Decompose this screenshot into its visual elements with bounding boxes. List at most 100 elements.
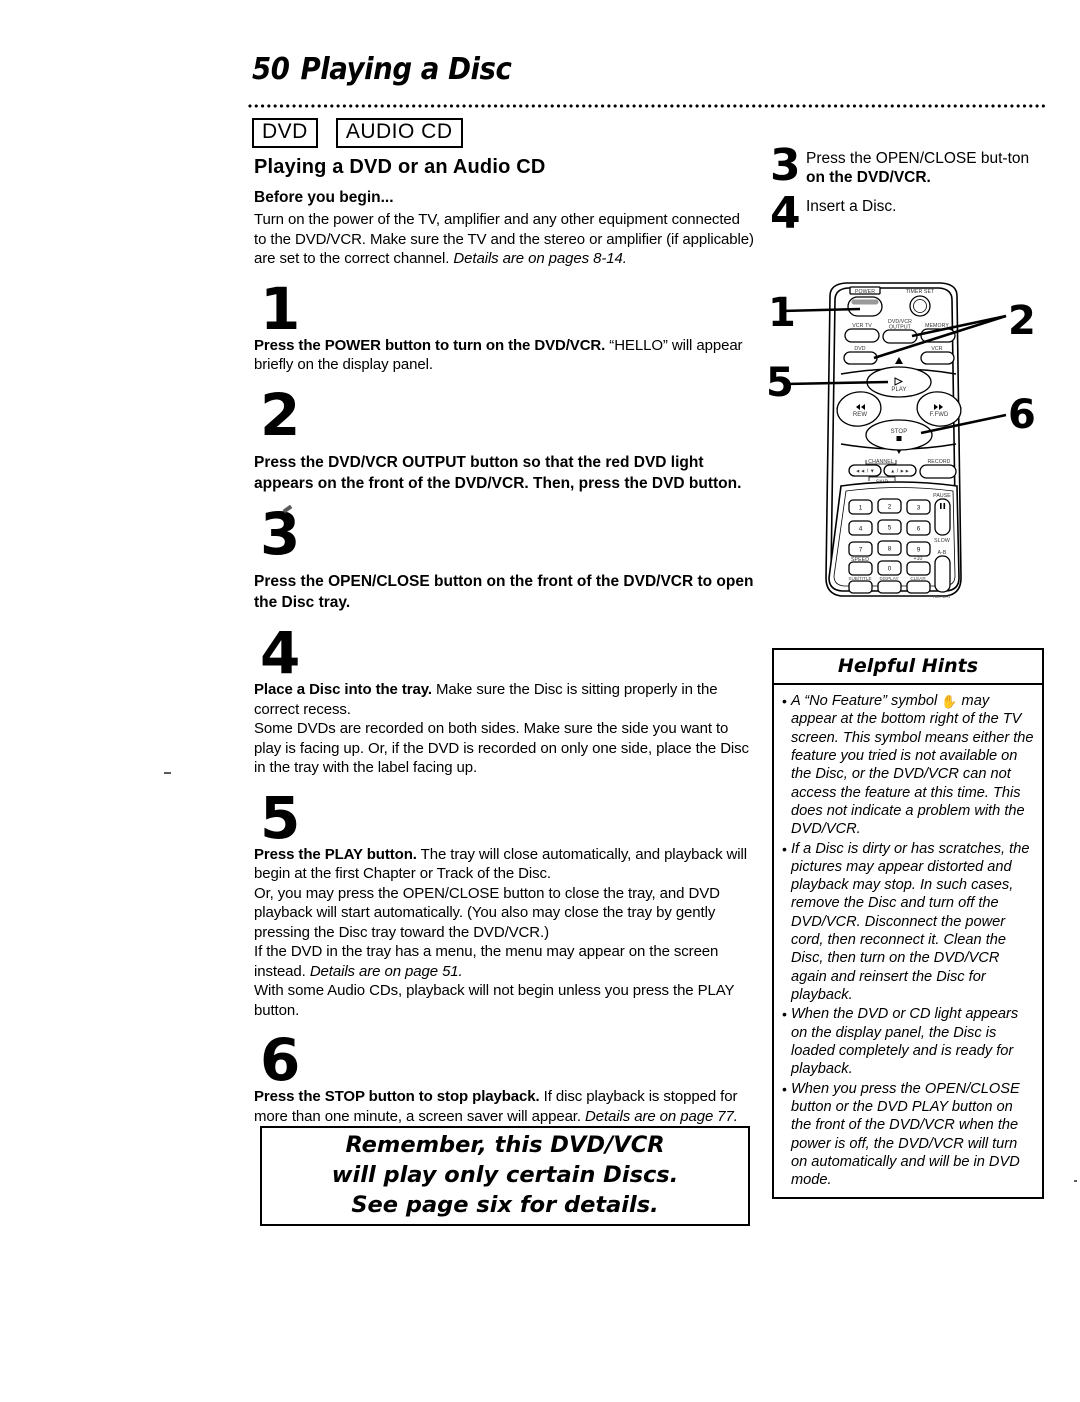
page-title: 50 Playing a Disc <box>252 52 804 87</box>
svg-text:VCR: VCR <box>931 346 942 352</box>
no-feature-symbol-icon: ✋ <box>941 694 958 709</box>
hint-item: • When the DVD or CD light appears on th… <box>778 1005 1036 1078</box>
svg-text:6: 6 <box>1008 392 1036 438</box>
svg-text:PAUSE: PAUSE <box>933 493 951 499</box>
svg-text:9: 9 <box>917 547 921 554</box>
numeric-keypad: 1 2 3 4 5 6 7 8 9 SPEED +10 0 SUB/TITLE <box>848 498 931 594</box>
remember-callout-box: Remember, this DVD/VCR will play only ce… <box>260 1126 750 1226</box>
header-dotted-divider <box>248 104 1048 109</box>
disc-tag-audio-cd: AUDIO CD <box>335 118 463 149</box>
remote-control-illustration: .bodyline { fill:#fff; stroke:#000; stro… <box>756 278 1056 638</box>
svg-text:CHANNEL: CHANNEL <box>868 459 894 465</box>
hint-text: If a Disc is dirty or has scratches, the… <box>791 840 1030 1004</box>
right-step-4-number: 4 <box>770 187 801 239</box>
right-column: 3 Press the OPEN/CLOSE but-ton on the DV… <box>770 140 1048 240</box>
svg-text:7: 7 <box>859 547 863 554</box>
svg-text:VCR TV: VCR TV <box>852 323 872 329</box>
power-button: POWER <box>847 286 883 317</box>
page-number: 50 <box>252 52 290 87</box>
helpful-hints-box: Helpful Hints • A “No Feature” symbol ✋ … <box>772 648 1044 1200</box>
step-4-text-2: Some DVDs are recorded on both sides. Ma… <box>254 720 749 776</box>
svg-text:SLOW: SLOW <box>934 538 950 544</box>
svg-text:DISPLAY: DISPLAY <box>879 576 898 581</box>
right-step-3-text: Press the OPEN/CLOSE but-ton on the DVD/… <box>806 148 1048 188</box>
svg-text:POWER: POWER <box>855 289 875 295</box>
svg-text:2: 2 <box>1008 298 1036 344</box>
step-5-number: 5 <box>260 783 301 852</box>
bullet-icon: • <box>782 840 787 857</box>
svg-text:REW: REW <box>853 412 868 418</box>
step-5-text-3: If the DVD in the tray has a menu, the m… <box>254 942 756 981</box>
svg-text:0: 0 <box>888 566 892 573</box>
step-5-rest3-italic: Details are on page 51. <box>309 962 463 980</box>
before-you-begin-heading: Before you begin... <box>254 189 394 206</box>
svg-text:6: 6 <box>917 526 921 533</box>
hint-text-pre: A “No Feature” symbol <box>791 693 942 709</box>
helpful-hints-title: Helpful Hints <box>774 650 1042 685</box>
svg-text:2: 2 <box>888 504 892 511</box>
step-5-lead: Press the PLAY button. <box>254 845 417 863</box>
step-4-number: 4 <box>260 618 301 687</box>
step-3-number: 3 <box>260 499 301 568</box>
before-you-begin-text: Turn on the power of the TV, amplifier a… <box>254 210 756 269</box>
hint-text: When the DVD or CD light appears on the … <box>791 1006 1019 1078</box>
svg-text:+10: +10 <box>913 556 922 562</box>
remember-line-2: will play only certain Discs. <box>331 1162 679 1189</box>
remember-line-3: See page six for details. <box>351 1191 659 1218</box>
svg-text:RECORD: RECORD <box>927 459 950 465</box>
svg-text:1: 1 <box>768 290 796 336</box>
page-header: 50 Playing a Disc <box>252 52 852 87</box>
step-1-number: 1 <box>260 274 301 343</box>
step-2-number: 2 <box>260 380 301 449</box>
hint-item: • A “No Feature” symbol ✋ may appear at … <box>778 692 1036 839</box>
manual-page: 50 Playing a Disc DVD AUDIO CD Playing a … <box>0 0 1080 1402</box>
step-4-text: Place a Disc into the tray. Make sure th… <box>254 680 756 719</box>
hint-text-post: may appear at the bottom right of the TV… <box>791 693 1034 838</box>
step-5-text-4: With some Audio CDs, playback will not b… <box>254 982 735 1019</box>
disc-tag-dvd: DVD <box>252 118 318 149</box>
svg-text:TIMER SET: TIMER SET <box>906 289 935 295</box>
step-5-text-2: Or, you may press the OPEN/CLOSE button … <box>254 884 720 941</box>
hint-text: A “No Feature” symbol ✋ may appear at th… <box>791 692 1036 839</box>
svg-text:STOP: STOP <box>891 429 908 435</box>
svg-text:▲ / ►►: ▲ / ►► <box>890 469 910 475</box>
svg-text:◄◄ / ▼: ◄◄ / ▼ <box>855 469 875 475</box>
svg-text:SUB/TITLE: SUB/TITLE <box>848 576 871 581</box>
step-4-lead: Place a Disc into the tray. <box>254 681 432 698</box>
hint-item: • If a Disc is dirty or has scratches, t… <box>778 840 1036 1005</box>
right-step-3-number: 3 <box>770 140 801 191</box>
before-text-italic: Details are on pages 8-14. <box>453 250 627 267</box>
svg-text:3: 3 <box>917 505 921 512</box>
hint-item: • When you press the OPEN/CLOSE button o… <box>778 1080 1036 1190</box>
scan-artifact <box>1074 1180 1077 1182</box>
keypad-panel: 1 2 3 4 5 6 7 8 9 SPEED +10 0 SUB/TITLE <box>828 481 960 599</box>
right-step-3-line2-bold: on the DVD/VCR. <box>806 168 931 186</box>
step-1-text: Press the POWER button to turn on the DV… <box>254 336 756 375</box>
bullet-icon: • <box>782 1080 787 1097</box>
disc-type-tags: DVD AUDIO CD <box>252 118 463 149</box>
right-step-3-line2: ton <box>1007 150 1030 167</box>
scan-artifact <box>164 772 171 774</box>
bullet-icon: • <box>782 693 787 709</box>
step-6-rest-italic: Details are on page 77. <box>585 1107 738 1125</box>
right-step-3: 3 Press the OPEN/CLOSE but-ton on the DV… <box>770 140 1048 191</box>
svg-text:A-B: A-B <box>938 550 947 556</box>
step-6-number: 6 <box>260 1026 301 1095</box>
section-heading: Playing a DVD or an Audio CD <box>254 156 546 178</box>
svg-text:F.FWD: F.FWD <box>930 412 949 418</box>
svg-text:REPEAT: REPEAT <box>933 594 951 599</box>
helpful-hints-list: • A “No Feature” symbol ✋ may appear at … <box>774 685 1042 1197</box>
svg-text:DVD: DVD <box>854 346 865 352</box>
remember-line-1: Remember, this DVD/VCR <box>345 1132 665 1159</box>
bullet-icon: • <box>782 1006 787 1023</box>
svg-text:1: 1 <box>859 505 863 512</box>
step-2-text: Press the DVD/VCR OUTPUT button so that … <box>254 454 742 492</box>
right-step-3-line1: Press the OPEN/CLOSE but- <box>806 150 1008 167</box>
step-3-text: Press the OPEN/CLOSE button on the front… <box>254 573 754 611</box>
svg-text:4: 4 <box>859 526 863 533</box>
svg-text:8: 8 <box>888 546 892 553</box>
right-step-4: 4 Insert a Disc. <box>770 187 1048 239</box>
svg-text:PLAY: PLAY <box>891 387 906 393</box>
svg-text:CLEAR: CLEAR <box>910 576 926 581</box>
step-1-lead: Press the POWER button to turn on the DV… <box>254 336 606 354</box>
